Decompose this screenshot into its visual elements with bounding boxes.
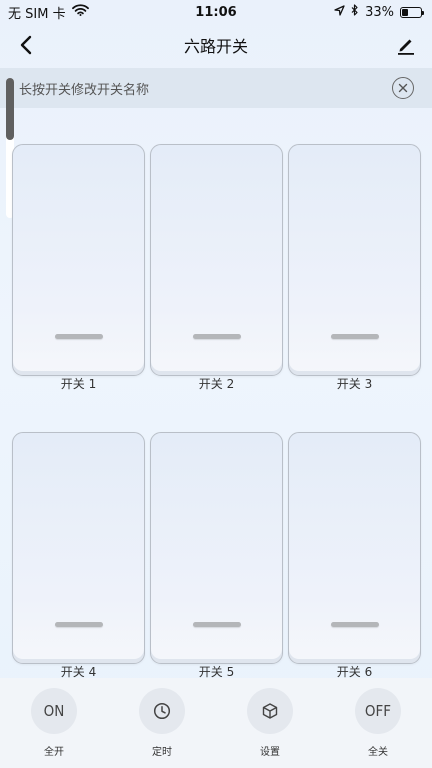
bottom-toolbar: ON 全开 定时 设置 OFF 全关	[0, 678, 432, 768]
battery-level	[402, 8, 408, 16]
location-arrow-icon	[334, 4, 345, 20]
hint-close-button[interactable]	[392, 77, 414, 99]
on-icon: ON	[31, 688, 77, 734]
close-icon	[398, 83, 408, 93]
all-on-button[interactable]: ON 全开	[14, 688, 94, 758]
timer-label: 定时	[152, 747, 172, 758]
pencil-icon	[398, 39, 414, 55]
switch-label-1: 开关 1	[60, 377, 97, 391]
settings-button[interactable]: 设置	[230, 688, 310, 758]
switch-3[interactable]	[288, 144, 421, 376]
all-off-button[interactable]: OFF 全关	[338, 688, 418, 758]
cube-icon	[247, 688, 293, 734]
switch-handle	[193, 334, 241, 339]
scroll-thumb[interactable]	[6, 78, 14, 140]
switch-handle	[331, 622, 379, 627]
switch-1[interactable]	[12, 144, 145, 376]
switch-6[interactable]	[288, 432, 421, 664]
back-button[interactable]	[14, 33, 38, 57]
nav-bar: 六路开关	[0, 24, 432, 66]
clock-icon	[139, 688, 185, 734]
off-icon: OFF	[355, 688, 401, 734]
page-title: 六路开关	[183, 37, 248, 56]
bluetooth-icon	[351, 4, 359, 20]
timer-button[interactable]: 定时	[122, 688, 202, 758]
switch-label-2: 开关 2	[198, 377, 235, 391]
carrier-text: 无 SIM 卡	[8, 6, 66, 22]
chevron-left-icon	[20, 35, 32, 55]
battery-percent: 33%	[365, 4, 394, 20]
all-on-label: 全开	[44, 747, 64, 758]
switch-handle	[331, 334, 379, 339]
switch-2[interactable]	[150, 144, 283, 376]
hint-text: 长按开关修改开关名称	[19, 82, 150, 98]
switch-handle	[193, 622, 241, 627]
switch-5[interactable]	[150, 432, 283, 664]
hint-bar: 长按开关修改开关名称	[0, 68, 432, 108]
wifi-icon	[71, 4, 89, 20]
settings-label: 设置	[260, 747, 280, 758]
switch-4[interactable]	[12, 432, 145, 664]
switch-handle	[55, 622, 103, 627]
switch-handle	[55, 334, 103, 339]
switch-grid: 开关 1 开关 2 开关 3 开关 4 开关 5 开关 6	[0, 0, 432, 768]
switch-label-3: 开关 3	[336, 377, 373, 391]
edit-button[interactable]	[394, 33, 418, 57]
all-off-label: 全关	[368, 747, 388, 758]
status-right: 33%	[334, 4, 424, 20]
status-left: 无 SIM 卡	[8, 3, 89, 22]
battery-icon	[400, 6, 424, 18]
status-bar: 无 SIM 卡 11:06 33%	[0, 0, 432, 24]
